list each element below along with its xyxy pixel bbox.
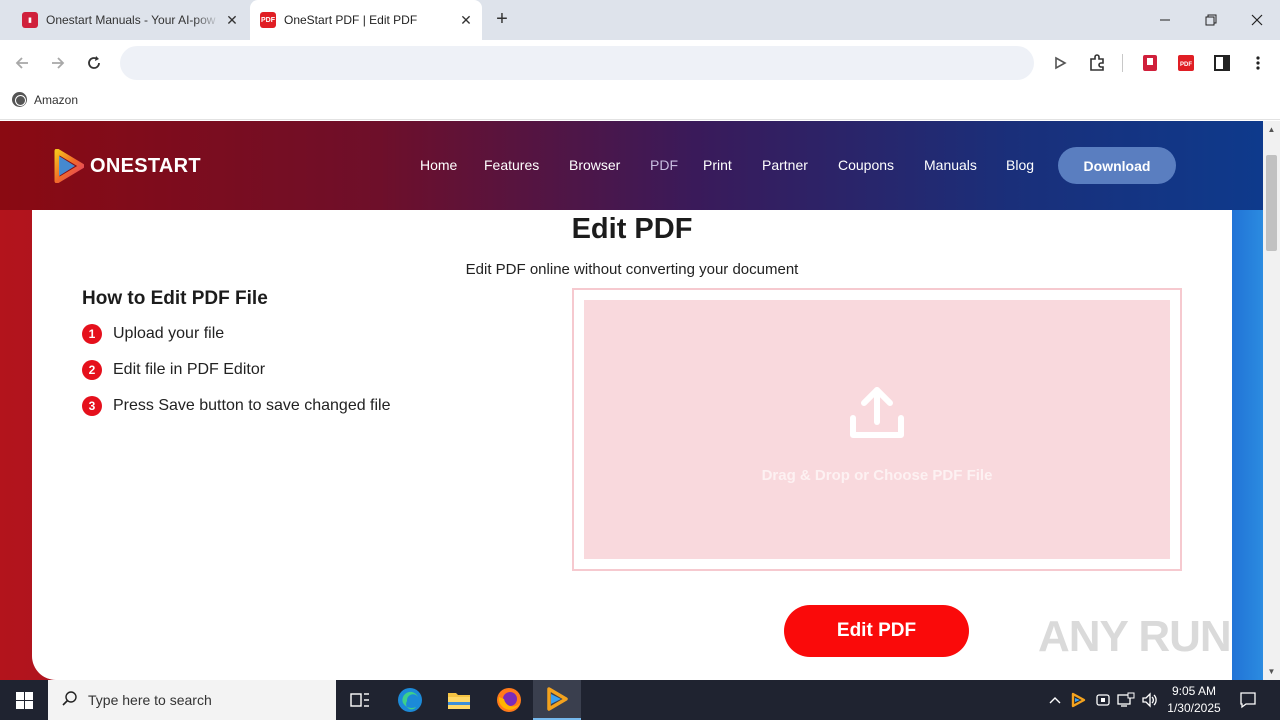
network-icon[interactable] — [1116, 680, 1136, 720]
back-arrow-icon[interactable] — [9, 50, 35, 76]
clock-time: 9:05 AM — [1171, 684, 1217, 698]
nav-coupons[interactable]: Coupons — [838, 157, 894, 173]
tab-strip: ▮ Onestart Manuals - Your AI-pow ✕ PDF O… — [0, 0, 1280, 40]
tab-onestart-manuals[interactable]: ▮ Onestart Manuals - Your AI-pow ✕ — [8, 0, 248, 40]
reload-icon[interactable] — [81, 50, 107, 76]
dropzone-frame: Drag & Drop or Choose PDF File — [572, 288, 1182, 571]
system-clock[interactable]: 9:05 AM 1/30/2025 — [1158, 683, 1230, 717]
show-hidden-icons-chevron-icon[interactable] — [1046, 680, 1064, 720]
nav-features[interactable]: Features — [484, 157, 539, 173]
close-window-icon[interactable] — [1234, 0, 1280, 40]
browser-toolbar: PDF — [0, 40, 1280, 86]
clock-date: 1/30/2025 — [1167, 701, 1221, 715]
pdf-extension-icon[interactable]: PDF — [1174, 51, 1198, 75]
toolbar-divider — [1122, 54, 1123, 72]
globe-icon — [12, 92, 27, 107]
scroll-up-arrow-icon[interactable]: ▲ — [1263, 121, 1280, 138]
bookmarks-bar: Amazon — [0, 86, 1280, 120]
step-item: 3 Press Save button to save changed file — [82, 396, 391, 416]
windows-taskbar: Type here to search 9:05 AM 1/30/2025 — [0, 680, 1280, 720]
pdf-dropzone[interactable]: Drag & Drop or Choose PDF File — [584, 300, 1170, 559]
page-subtitle: Edit PDF online without converting your … — [465, 261, 799, 278]
search-placeholder: Type here to search — [88, 692, 212, 708]
step-number-badge: 2 — [82, 360, 102, 380]
step-number-badge: 1 — [82, 324, 102, 344]
meet-now-icon[interactable] — [1093, 680, 1113, 720]
firefox-icon[interactable] — [485, 680, 533, 720]
edit-pdf-button[interactable]: Edit PDF — [784, 605, 969, 657]
nav-print[interactable]: Print — [703, 157, 732, 173]
new-tab-button[interactable]: + — [490, 8, 514, 32]
nav-pdf[interactable]: PDF — [650, 157, 678, 173]
tab-onestart-pdf[interactable]: PDF OneStart PDF | Edit PDF ✕ — [250, 0, 482, 40]
bookmark-amazon[interactable]: Amazon — [12, 92, 78, 107]
menu-kebab-icon[interactable] — [1246, 51, 1270, 75]
bookmark-label: Amazon — [34, 92, 79, 107]
nav-browser[interactable]: Browser — [569, 157, 620, 173]
address-bar[interactable] — [120, 46, 1034, 80]
cast-icon[interactable] — [1048, 51, 1072, 75]
notifications-icon[interactable] — [1236, 680, 1260, 720]
page-viewport: ONESTART Home Features Browser PDF Print… — [0, 121, 1263, 680]
page-title: Edit PDF — [571, 213, 693, 245]
side-panel-icon[interactable] — [1210, 51, 1234, 75]
dropzone-text: Drag & Drop or Choose PDF File — [761, 467, 993, 484]
svg-text:PDF: PDF — [1180, 62, 1192, 68]
site-header: ONESTART Home Features Browser PDF Print… — [0, 121, 1263, 210]
download-button[interactable]: Download — [1058, 147, 1176, 184]
nav-partner[interactable]: Partner — [762, 157, 808, 173]
minimize-icon[interactable] — [1142, 0, 1188, 40]
nav-blog[interactable]: Blog — [1006, 157, 1034, 173]
anyrun-watermark: ANY RUN — [1038, 612, 1232, 661]
upload-icon — [850, 387, 904, 438]
step-item: 1 Upload your file — [82, 324, 224, 344]
extensions-puzzle-icon[interactable] — [1085, 51, 1109, 75]
pdf-favicon-icon: PDF — [260, 12, 276, 28]
taskbar-search[interactable]: Type here to search — [48, 680, 336, 720]
tab-title: OneStart PDF | Edit PDF — [284, 13, 418, 27]
onestart-taskbar-icon[interactable] — [533, 680, 581, 720]
search-icon — [62, 690, 78, 711]
edit-pdf-card: Edit PDF Edit PDF online without convert… — [32, 210, 1232, 680]
onestart-manuals-extension-icon[interactable] — [1138, 51, 1162, 75]
windows-start-icon[interactable] — [0, 680, 48, 720]
close-tab-icon[interactable]: ✕ — [220, 12, 244, 29]
step-text: Upload your file — [113, 325, 225, 342]
restore-icon[interactable] — [1188, 0, 1234, 40]
page-scrollbar[interactable]: ▲ ▼ — [1263, 121, 1280, 680]
forward-arrow-icon[interactable] — [45, 50, 71, 76]
edge-browser-icon[interactable] — [386, 680, 434, 720]
task-view-icon[interactable] — [336, 680, 384, 720]
scroll-down-arrow-icon[interactable]: ▼ — [1263, 663, 1280, 680]
step-text: Press Save button to save changed file — [113, 397, 391, 414]
step-text: Edit file in PDF Editor — [113, 361, 266, 378]
site-logo[interactable]: ONESTART — [53, 149, 201, 183]
onestart-manuals-favicon-icon: ▮ — [22, 12, 38, 28]
howto-heading: How to Edit PDF File — [82, 288, 268, 309]
nav-manuals[interactable]: Manuals — [924, 157, 977, 173]
brand-name: ONESTART — [90, 154, 201, 177]
close-tab-icon[interactable]: ✕ — [454, 12, 478, 29]
step-item: 2 Edit file in PDF Editor — [82, 360, 265, 380]
file-explorer-icon[interactable] — [435, 680, 483, 720]
volume-icon[interactable] — [1140, 680, 1160, 720]
nav-home[interactable]: Home — [420, 157, 457, 173]
onestart-tray-icon[interactable] — [1068, 680, 1088, 720]
tab-title: Onestart Manuals - Your AI-pow — [46, 13, 216, 27]
onestart-logo-icon — [54, 149, 84, 183]
step-number-badge: 3 — [82, 396, 102, 416]
scrollbar-thumb[interactable] — [1266, 155, 1277, 251]
